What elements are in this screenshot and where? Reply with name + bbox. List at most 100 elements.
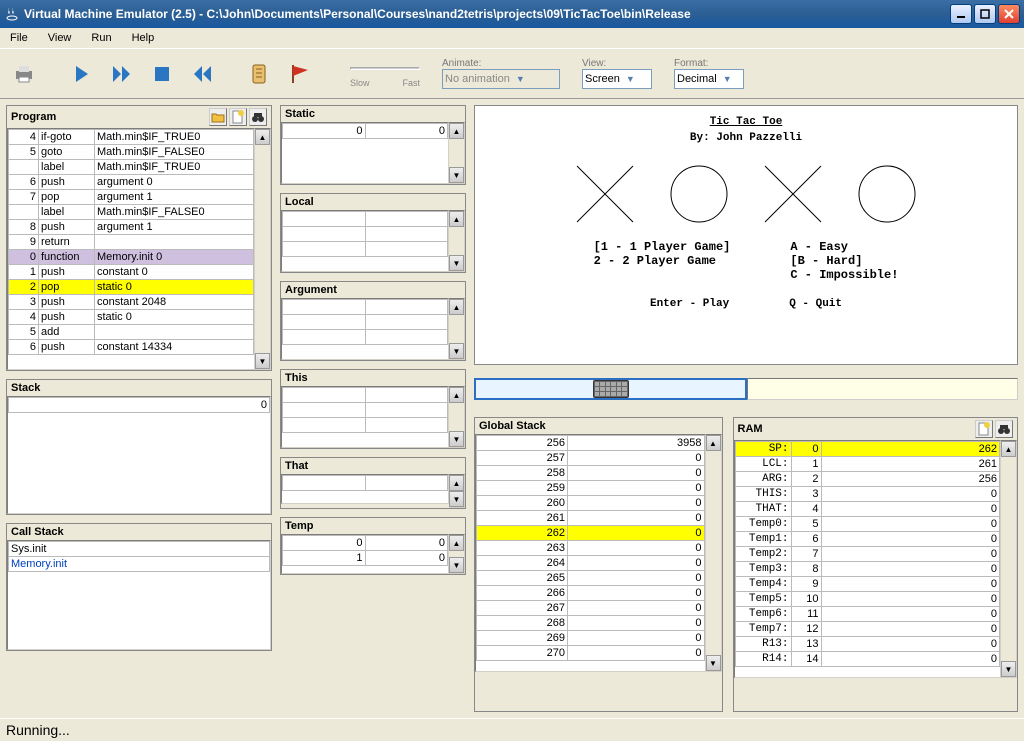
table-row[interactable] [283,403,448,418]
table-row[interactable] [283,242,448,257]
menu-help[interactable]: Help [128,30,159,46]
that-table[interactable] [282,475,448,491]
table-row[interactable]: THAT:40 [735,502,999,517]
argument-table[interactable] [282,299,448,345]
keyboard-input[interactable] [474,378,747,400]
open-folder-icon[interactable] [209,108,227,126]
table-row[interactable]: 4if-gotoMath.min$IF_TRUE0 [9,130,254,145]
argument-scrollbar[interactable]: ▲▼ [449,298,465,360]
table-row[interactable]: 2670 [477,601,705,616]
step-forward-icon[interactable] [66,58,98,90]
table-row[interactable]: 3pushconstant 2048 [9,295,254,310]
this-table[interactable] [282,387,448,433]
ram-scrollbar[interactable]: ▲▼ [1001,440,1017,678]
maximize-button[interactable] [974,4,996,24]
program-scrollbar[interactable]: ▲▼ [255,128,271,370]
table-row[interactable]: 2563958 [477,436,705,451]
new-file-icon[interactable] [229,108,247,126]
table-row[interactable] [283,476,448,491]
table-row[interactable]: Temp0:50 [735,517,999,532]
table-row[interactable]: 5gotoMath.min$IF_FALSE0 [9,145,254,160]
stop-icon[interactable] [146,58,178,90]
table-row[interactable]: 2640 [477,556,705,571]
binoculars-icon[interactable] [995,420,1013,438]
menu-file[interactable]: File [6,30,32,46]
table-row[interactable]: 8pushargument 1 [9,220,254,235]
print-icon[interactable] [8,58,40,90]
temp-table[interactable]: 0010 [282,535,448,566]
table-row[interactable]: 2680 [477,616,705,631]
table-row[interactable]: Temp2:70 [735,547,999,562]
global-stack-scrollbar[interactable]: ▲▼ [706,434,722,672]
table-row[interactable] [283,388,448,403]
speed-slider[interactable]: Slow Fast [350,60,420,88]
fast-forward-icon[interactable] [106,58,138,90]
local-scrollbar[interactable]: ▲▼ [449,210,465,272]
table-row[interactable]: 2620 [477,526,705,541]
table-row[interactable]: 5add [9,325,254,340]
table-row[interactable]: 10 [283,551,448,566]
table-row[interactable]: 7popargument 1 [9,190,254,205]
stack-table[interactable]: 0 [8,397,270,413]
table-row[interactable]: 00 [283,536,448,551]
table-row[interactable]: Temp4:90 [735,577,999,592]
table-row[interactable]: labelMath.min$IF_FALSE0 [9,205,254,220]
table-row[interactable]: 9return [9,235,254,250]
table-row[interactable]: R13:130 [735,637,999,652]
table-row[interactable]: 2610 [477,511,705,526]
table-row[interactable]: 2600 [477,496,705,511]
table-row[interactable]: 00 [283,124,448,139]
program-table[interactable]: 4if-gotoMath.min$IF_TRUE05gotoMath.min$I… [8,129,254,355]
table-row[interactable] [283,227,448,242]
static-scrollbar[interactable]: ▲▼ [449,122,465,184]
close-button[interactable] [998,4,1020,24]
table-row[interactable]: 6pushconstant 14334 [9,340,254,355]
minimize-button[interactable] [950,4,972,24]
table-row[interactable]: 2700 [477,646,705,661]
script-icon[interactable] [244,58,276,90]
table-row[interactable]: 0functionMemory.init 0 [9,250,254,265]
table-row[interactable] [283,212,448,227]
menu-view[interactable]: View [44,30,76,46]
new-file-icon[interactable] [975,420,993,438]
table-row[interactable]: Memory.init [9,557,270,572]
flag-icon[interactable] [284,58,316,90]
table-row[interactable]: Temp7:120 [735,622,999,637]
table-row[interactable]: LCL:1261 [735,457,999,472]
animate-select[interactable]: No animation▼ [442,69,560,89]
table-row[interactable]: Temp5:100 [735,592,999,607]
table-row[interactable]: Temp3:80 [735,562,999,577]
format-select[interactable]: Decimal▼ [674,69,744,89]
binoculars-icon[interactable] [249,108,267,126]
table-row[interactable]: 1pushconstant 0 [9,265,254,280]
table-row[interactable]: labelMath.min$IF_TRUE0 [9,160,254,175]
table-row[interactable]: 6pushargument 0 [9,175,254,190]
rewind-icon[interactable] [186,58,218,90]
callstack-table[interactable]: Sys.initMemory.init [8,541,270,572]
table-row[interactable] [283,418,448,433]
table-row[interactable]: 2590 [477,481,705,496]
this-scrollbar[interactable]: ▲▼ [449,386,465,448]
table-row[interactable]: Sys.init [9,542,270,557]
table-row[interactable]: Temp1:60 [735,532,999,547]
table-row[interactable]: ARG:2256 [735,472,999,487]
table-row[interactable]: SP:0262 [735,442,999,457]
static-table[interactable]: 00 [282,123,448,139]
table-row[interactable]: 2570 [477,451,705,466]
table-row[interactable] [283,300,448,315]
table-row[interactable]: 2popstatic 0 [9,280,254,295]
table-row[interactable]: THIS:30 [735,487,999,502]
table-row[interactable] [283,315,448,330]
table-row[interactable]: 2660 [477,586,705,601]
table-row[interactable]: 2630 [477,541,705,556]
table-row[interactable]: 0 [9,398,270,413]
table-row[interactable] [283,330,448,345]
ram-table[interactable]: SP:0262LCL:1261ARG:2256THIS:30THAT:40Tem… [735,441,1000,667]
table-row[interactable]: 4pushstatic 0 [9,310,254,325]
table-row[interactable]: 2690 [477,631,705,646]
table-row[interactable]: R14:140 [735,652,999,667]
table-row[interactable]: 2580 [477,466,705,481]
menu-run[interactable]: Run [87,30,115,46]
view-select[interactable]: Screen▼ [582,69,652,89]
global-stack-table[interactable]: 256395825702580259026002610262026302640 2… [476,435,705,661]
